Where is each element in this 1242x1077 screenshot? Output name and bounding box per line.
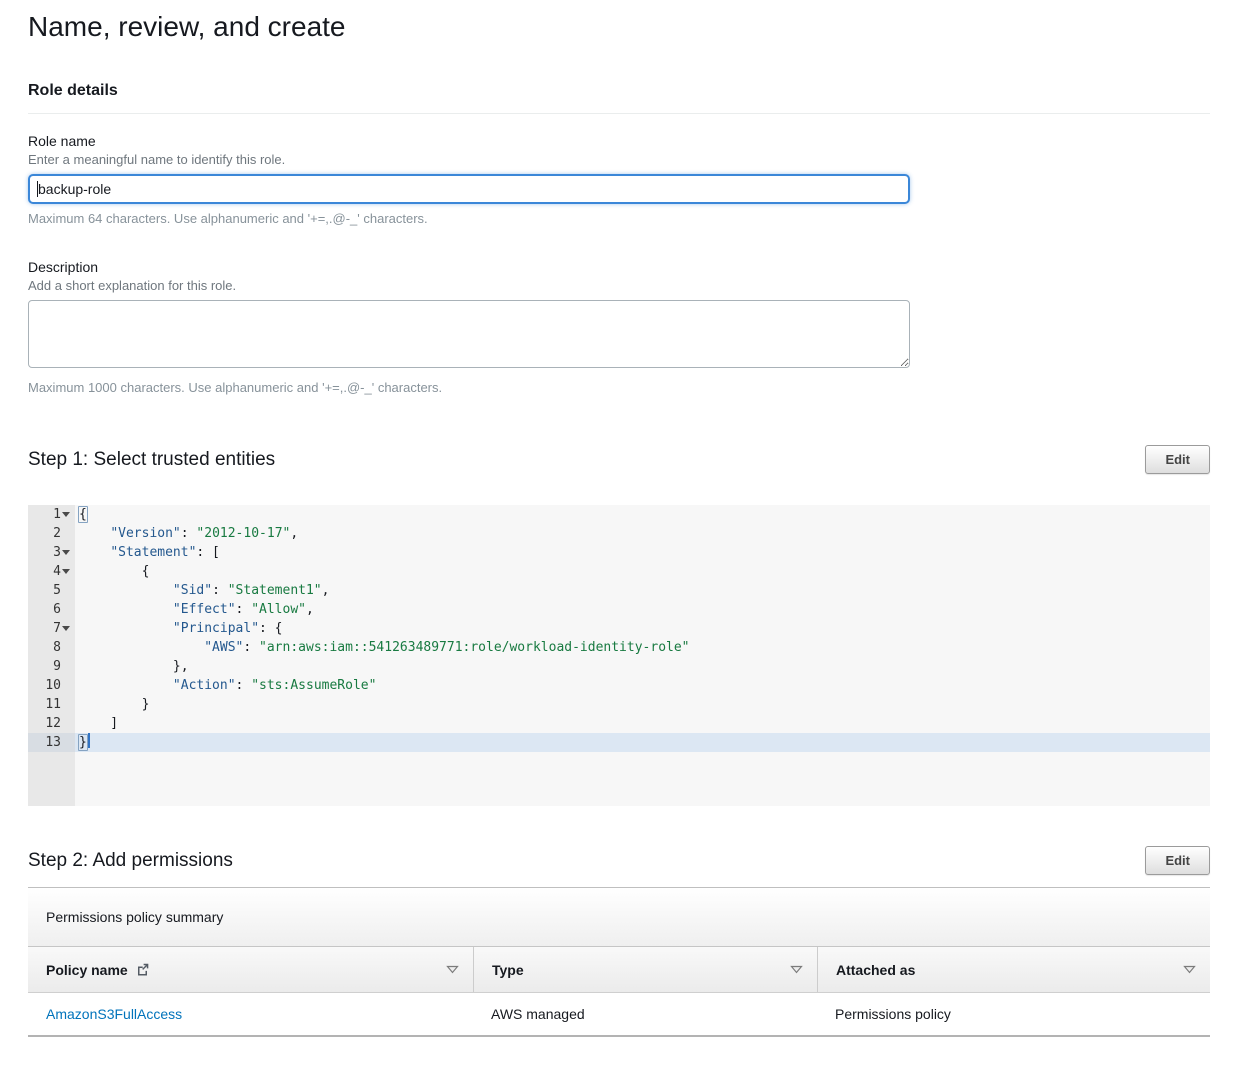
code-line: 5 "Sid": "Statement1",: [28, 581, 1210, 600]
line-number: 7: [28, 619, 75, 638]
code-line: 3 "Statement": [: [28, 543, 1210, 562]
text-cursor: [37, 181, 38, 197]
role-name-label: Role name: [28, 133, 1210, 149]
fold-arrow-icon[interactable]: [62, 626, 70, 631]
step1-heading: Step 1: Select trusted entities: [28, 449, 275, 471]
line-number: 13: [28, 733, 75, 752]
section-divider: [28, 113, 1210, 114]
fold-arrow-icon[interactable]: [62, 512, 70, 517]
line-number: 2: [28, 524, 75, 543]
step2-edit-button[interactable]: Edit: [1145, 846, 1210, 875]
role-details-heading: Role details: [28, 82, 1210, 100]
code-line: 1{: [28, 505, 1210, 524]
external-link-icon: [135, 962, 150, 977]
code-line: 13}: [28, 733, 1210, 752]
line-number: 1: [28, 505, 75, 524]
type-header-label: Type: [492, 962, 524, 978]
code-line: 6 "Effect": "Allow",: [28, 600, 1210, 619]
sort-arrow-icon[interactable]: [446, 965, 459, 974]
line-number: 8: [28, 638, 75, 657]
attached-as-cell: Permissions policy: [817, 993, 1210, 1035]
permissions-summary-panel: Permissions policy summary Policy name: [28, 887, 1210, 1037]
code-line: 4 {: [28, 562, 1210, 581]
code-line: 12 ]: [28, 714, 1210, 733]
table-row: AmazonS3FullAccess AWS managed Permissio…: [28, 993, 1210, 1037]
trust-policy-editor[interactable]: 1{2 "Version": "2012-10-17",3 "Statement…: [28, 505, 1210, 806]
editor-cursor: [88, 733, 90, 748]
column-header-policy-name[interactable]: Policy name: [28, 947, 473, 992]
sort-arrow-icon[interactable]: [1183, 965, 1196, 974]
page-container: Name, review, and create Role details Ro…: [0, 10, 1242, 1077]
code-line: 10 "Action": "sts:AssumeRole": [28, 676, 1210, 695]
column-header-attached-as[interactable]: Attached as: [817, 947, 1210, 992]
description-label: Description: [28, 259, 1210, 275]
step2-heading: Step 2: Add permissions: [28, 850, 233, 872]
editor-lines: 1{2 "Version": "2012-10-17",3 "Statement…: [28, 505, 1210, 752]
role-name-input[interactable]: [28, 174, 910, 204]
line-number: 9: [28, 657, 75, 676]
code-line: 2 "Version": "2012-10-17",: [28, 524, 1210, 543]
policy-name-link[interactable]: AmazonS3FullAccess: [46, 1006, 182, 1022]
code-line: 9 },: [28, 657, 1210, 676]
fold-arrow-icon[interactable]: [62, 550, 70, 555]
code-line: 7 "Principal": {: [28, 619, 1210, 638]
role-name-constraint: Maximum 64 characters. Use alphanumeric …: [28, 211, 1210, 226]
line-number: 11: [28, 695, 75, 714]
description-hint: Add a short explanation for this role.: [28, 278, 1210, 293]
description-constraint: Maximum 1000 characters. Use alphanumeri…: [28, 380, 1210, 395]
line-number: 3: [28, 543, 75, 562]
line-number: 5: [28, 581, 75, 600]
line-number: 10: [28, 676, 75, 695]
attached-as-header-label: Attached as: [836, 962, 915, 978]
sort-arrow-icon[interactable]: [790, 965, 803, 974]
line-number: 4: [28, 562, 75, 581]
policy-type-cell: AWS managed: [473, 993, 817, 1035]
permissions-table: Policy name Type: [28, 947, 1210, 1037]
permissions-summary-header: Permissions policy summary: [28, 888, 1210, 947]
description-textarea[interactable]: [28, 300, 910, 368]
column-header-type[interactable]: Type: [473, 947, 817, 992]
table-header-row: Policy name Type: [28, 947, 1210, 993]
code-line: 8 "AWS": "arn:aws:iam::541263489771:role…: [28, 638, 1210, 657]
page-title: Name, review, and create: [28, 10, 1210, 44]
fold-arrow-icon[interactable]: [62, 569, 70, 574]
step1-edit-button[interactable]: Edit: [1145, 445, 1210, 474]
code-line: 11 }: [28, 695, 1210, 714]
role-name-hint: Enter a meaningful name to identify this…: [28, 152, 1210, 167]
line-number: 12: [28, 714, 75, 733]
line-number: 6: [28, 600, 75, 619]
policy-name-header-label: Policy name: [46, 962, 128, 978]
